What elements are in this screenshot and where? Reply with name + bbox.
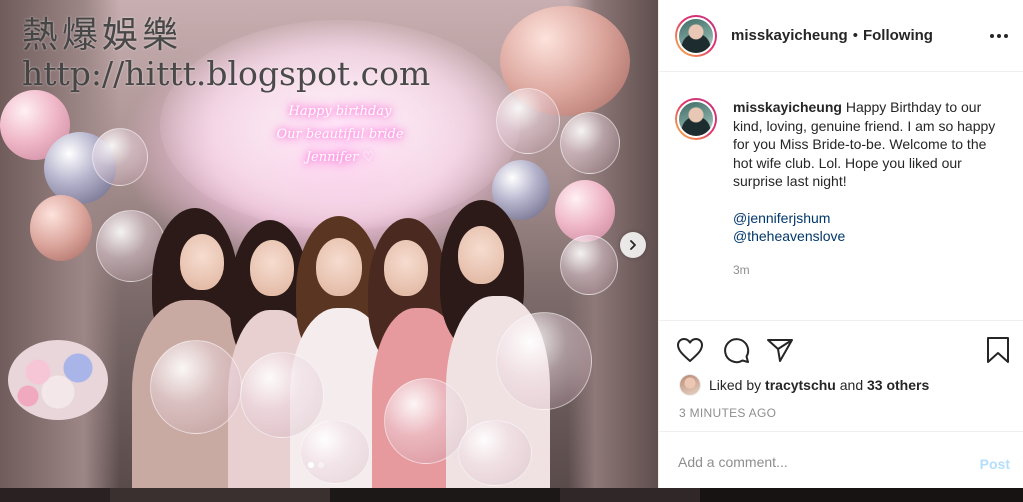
likes-connector: and [839, 377, 864, 393]
like-button[interactable] [675, 335, 705, 365]
balloon [458, 420, 532, 486]
balloon [555, 180, 615, 242]
liker-avatar[interactable] [679, 374, 701, 396]
neon-line: Happy birthday [288, 104, 392, 119]
more-options-button[interactable] [988, 27, 1010, 45]
heart-icon [677, 338, 703, 362]
carousel-indicator [308, 462, 324, 468]
paper-plane-icon [767, 339, 793, 362]
balloon [496, 312, 592, 410]
comment-icon [724, 338, 750, 364]
comment-button[interactable] [721, 335, 751, 365]
comment-form: Post [659, 431, 1023, 488]
chevron-right-icon [630, 240, 636, 250]
post-comment-button[interactable]: Post [980, 456, 1010, 472]
page-background-strip [0, 488, 1023, 502]
watermark-title: 熱爆娛樂 [22, 15, 183, 56]
post-timestamp[interactable]: 3 MINUTES AGO [679, 406, 776, 420]
separator-dot: • [852, 27, 858, 44]
following-button[interactable]: Following [863, 27, 933, 44]
post-photo[interactable]: Happy birthday Our beautiful bride Jenni… [0, 0, 658, 488]
neon-sign: Happy birthday Our beautiful bride Jenni… [270, 100, 410, 169]
avatar[interactable] [675, 14, 717, 57]
carousel-dot [308, 462, 314, 468]
balloon [560, 112, 620, 174]
neon-line: Jennifer ♡ [305, 150, 375, 165]
caption-text: misskayicheung Happy Birthday to our kin… [733, 98, 1003, 279]
comment-input[interactable] [678, 454, 948, 470]
more-horizontal-icon [990, 34, 994, 38]
watermark-url: http://hittt.blogspot.com [22, 54, 431, 93]
likes-summary: Liked by tracytschu and 33 others [679, 374, 929, 396]
neon-line: Our beautiful bride [276, 127, 404, 142]
likes-prefix: Liked by [709, 377, 762, 393]
balloon [300, 420, 370, 484]
caption-username[interactable]: misskayicheung [733, 99, 842, 115]
balloon [240, 352, 324, 438]
post-header: misskayicheung • Following [659, 0, 1023, 72]
action-bar [659, 320, 1023, 378]
mention-link[interactable]: @jenniferjshum [733, 209, 1003, 228]
balloon [496, 88, 560, 154]
balloon [150, 340, 242, 434]
balloon [560, 235, 618, 295]
balloon [92, 128, 148, 186]
flower-bouquet [8, 340, 108, 420]
balloon [384, 378, 468, 464]
mentions: @jenniferjshum @theheavenslove [733, 209, 1003, 246]
avatar[interactable] [675, 98, 717, 140]
mention-link[interactable]: @theheavenslove [733, 227, 1003, 246]
liker-username[interactable]: tracytschu [765, 377, 836, 393]
save-button[interactable] [983, 335, 1013, 365]
post-sidebar: misskayicheung • Following misskayicheun… [658, 0, 1023, 488]
header-username[interactable]: misskayicheung [731, 27, 848, 44]
carousel-dot [318, 462, 324, 468]
caption-time[interactable]: 3m [733, 261, 1003, 280]
caption: misskayicheung Happy Birthday to our kin… [675, 98, 1015, 279]
likes-others-link[interactable]: 33 others [867, 377, 929, 393]
balloon [30, 195, 92, 261]
share-button[interactable] [765, 335, 795, 365]
bookmark-icon [987, 337, 1009, 363]
carousel-next-button[interactable] [620, 232, 646, 258]
